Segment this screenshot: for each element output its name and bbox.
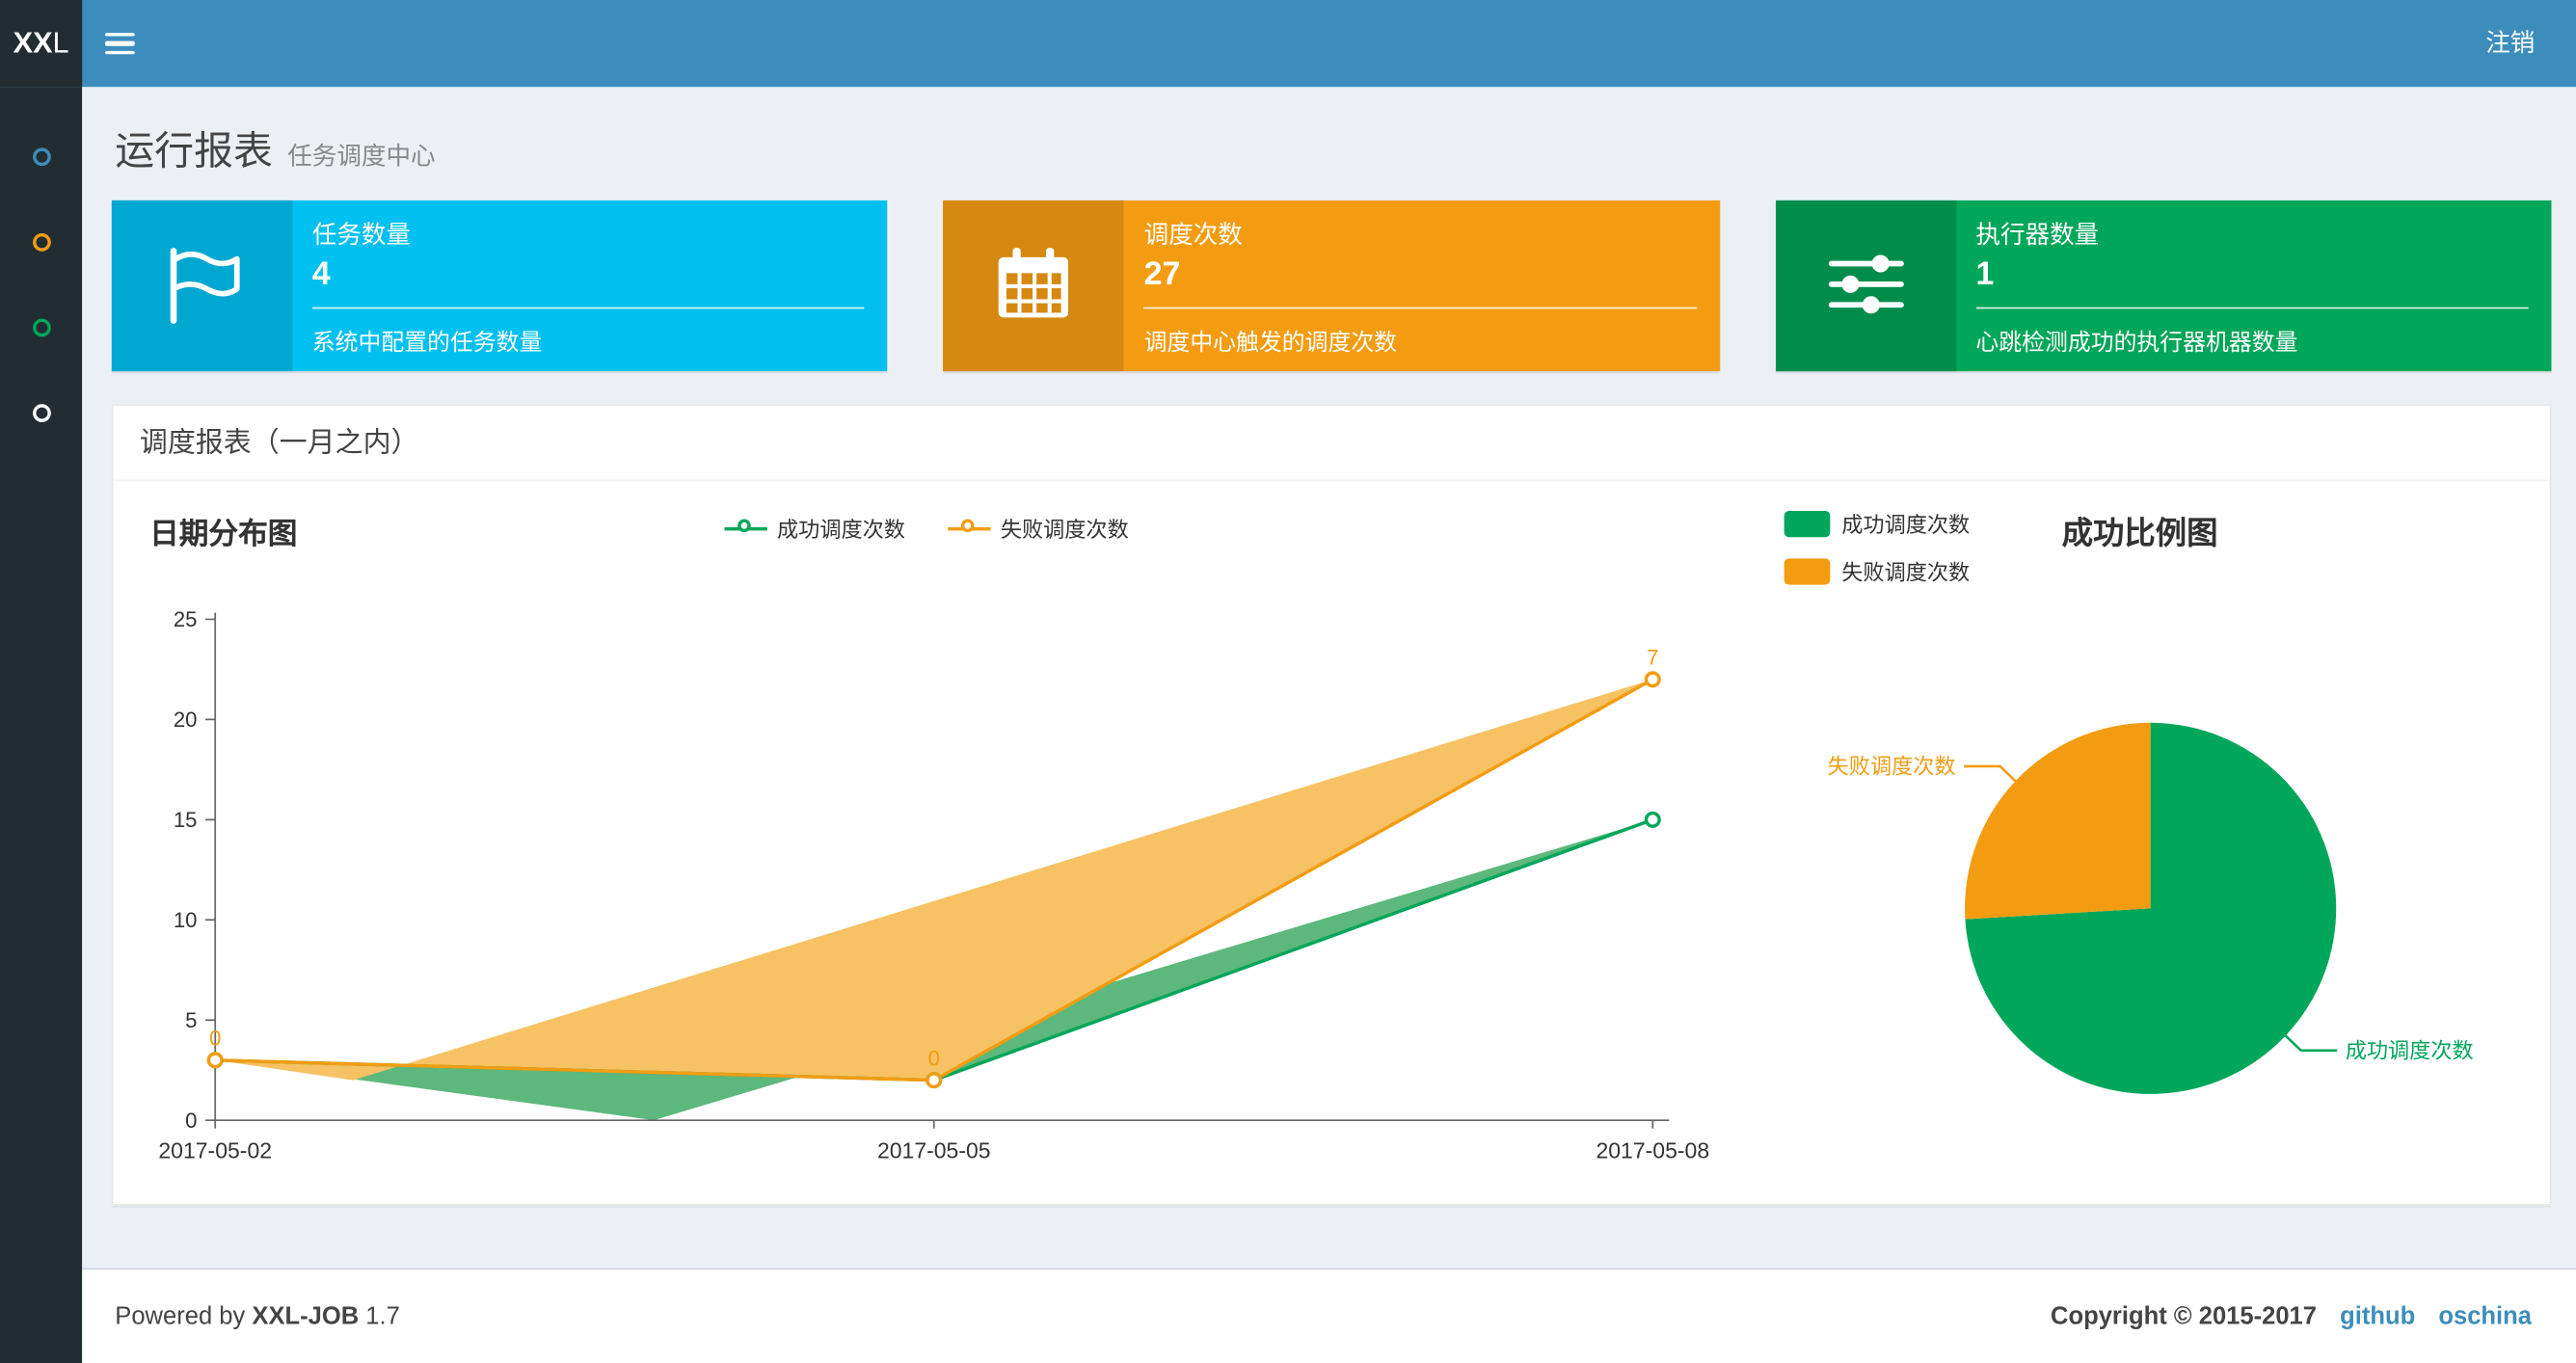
info-box-label: 调度次数	[1143, 222, 1243, 251]
sidebar-toggle-button[interactable]	[82, 0, 156, 87]
info-box-executors: 执行器数量 1 心跳检测成功的执行器机器数量	[1775, 200, 2552, 372]
divider	[1975, 307, 2529, 309]
svg-text:0: 0	[928, 1046, 940, 1070]
svg-text:2017-05-05: 2017-05-05	[877, 1137, 991, 1163]
info-box-label: 执行器数量	[1975, 222, 2100, 251]
page-footer: Powered by XXL-JOB 1.7 Copyright © 2015-…	[82, 1268, 2576, 1363]
legend-line-icon	[724, 518, 767, 532]
pie-chart-title: 成功比例图	[2061, 517, 2218, 552]
info-box-value: 4	[311, 255, 331, 293]
menu-circle-icon	[32, 232, 50, 251]
main-content: 运行报表 任务调度中心 任务数量 4 系统中配置的任务数量 调度次数 27 调度…	[82, 87, 2576, 1269]
info-box-desc: 系统中配置的任务数量	[311, 328, 543, 356]
info-box-row: 任务数量 4 系统中配置的任务数量 调度次数 27 调度中心触发的调度次数 执行…	[111, 200, 2552, 372]
legend-swatch-icon	[1784, 557, 1831, 584]
svg-text:7: 7	[1647, 645, 1658, 669]
line-legend-item-fail[interactable]: 失败调度次数	[948, 513, 1129, 544]
app-root: XX L 注销 运行报表 任务调度中心 任务数量 4 系统中配置的任务数量 调度…	[0, 0, 2576, 1363]
svg-text:20: 20	[174, 708, 198, 732]
flag-icon	[111, 200, 293, 372]
info-box-value: 27	[1143, 255, 1181, 293]
version-text: 1.7	[365, 1302, 400, 1331]
sidebar-menu-item-1[interactable]	[0, 114, 82, 200]
success-ratio-pie-chart[interactable]: 成功调度次数 失败调度次数	[1784, 591, 2554, 1174]
line-chart-legend: 成功调度次数 失败调度次数	[724, 513, 1129, 544]
svg-text:0: 0	[185, 1109, 197, 1133]
sliders-icon	[1775, 200, 1956, 372]
svg-text:2017-05-02: 2017-05-02	[158, 1137, 272, 1163]
info-box-desc: 调度中心触发的调度次数	[1143, 328, 1398, 356]
github-link[interactable]: github	[2340, 1302, 2415, 1330]
menu-circle-icon	[32, 147, 50, 166]
svg-text:15: 15	[174, 808, 198, 832]
info-box-value: 1	[1975, 255, 1995, 293]
date-distribution-chart[interactable]: 05101520252017-05-02 2017-05-05 2017-05-08…	[142, 608, 1760, 1175]
page-title: 运行报表	[115, 129, 273, 174]
report-panel: 调度报表（一月之内） 日期分布图 成功调度次数 失败调度次数 0 5 10 15 20 25…	[111, 404, 2552, 1206]
info-box-desc: 心跳检测成功的执行器机器数量	[1975, 328, 2298, 356]
app-logo[interactable]: XX L	[0, 0, 83, 88]
product-name: XXL-JOB	[252, 1302, 360, 1331]
svg-text:5: 5	[185, 1008, 197, 1032]
sidebar	[0, 87, 83, 1363]
info-box-label: 任务数量	[311, 222, 412, 251]
sidebar-menu-item-2[interactable]	[0, 199, 82, 284]
oschina-link[interactable]: oschina	[2438, 1302, 2532, 1330]
panel-body: 日期分布图 成功调度次数 失败调度次数 0 5 10 15 20 25 2017-05-02 2…	[114, 481, 2550, 1204]
hamburger-menu-icon	[104, 32, 134, 37]
sidebar-menu-item-4[interactable]	[0, 369, 82, 455]
svg-text:2017-05-08: 2017-05-08	[1596, 1137, 1709, 1163]
pie-legend-item-fail[interactable]: 失败调度次数	[1784, 555, 1970, 586]
sidebar-menu-item-3[interactable]	[0, 284, 82, 370]
info-box-jobs: 任务数量 4 系统中配置的任务数量	[111, 200, 888, 372]
divider	[311, 307, 865, 309]
svg-text:失败调度次数: 失败调度次数	[1828, 755, 1956, 779]
svg-text:25: 25	[174, 608, 198, 632]
copyright-area: Copyright © 2015-2017 github oschina	[2051, 1302, 2532, 1330]
logo-text-light: L	[52, 26, 69, 60]
divider	[1143, 307, 1697, 309]
pie-slice-fail	[1965, 722, 2151, 920]
pie-legend-item-success[interactable]: 成功调度次数	[1784, 508, 1970, 539]
powered-by-text: Powered by XXL-JOB 1.7	[115, 1302, 400, 1331]
legend-swatch-icon	[1784, 510, 1831, 537]
content-header: 运行报表 任务调度中心	[82, 87, 2576, 175]
panel-title: 调度报表（一月之内）	[113, 406, 2550, 482]
legend-line-icon	[948, 518, 991, 532]
line-chart-title: 日期分布图	[149, 517, 298, 550]
svg-text:成功调度次数: 成功调度次数	[2346, 1038, 2474, 1062]
top-navbar: XX L 注销	[0, 0, 2576, 88]
sidebar-menu	[0, 87, 82, 455]
svg-text:0: 0	[209, 1026, 221, 1050]
logout-link[interactable]: 注销	[2445, 0, 2576, 87]
calendar-icon	[943, 200, 1125, 372]
menu-circle-icon	[32, 317, 50, 336]
copyright-text: Copyright © 2015-2017	[2051, 1302, 2317, 1331]
menu-circle-icon	[32, 403, 50, 422]
scaled-canvas: XX L 注销 运行报表 任务调度中心 任务数量 4 系统中配置的任务数量 调度…	[0, 0, 2576, 1363]
info-box-triggers: 调度次数 27 调度中心触发的调度次数	[943, 200, 1720, 372]
logo-text-bold: XX	[13, 26, 53, 60]
pie-chart-legend: 成功调度次数 失败调度次数	[1784, 508, 1970, 587]
svg-text:10: 10	[174, 908, 198, 932]
page-subtitle: 任务调度中心	[287, 143, 436, 172]
line-legend-item-success[interactable]: 成功调度次数	[724, 513, 905, 544]
